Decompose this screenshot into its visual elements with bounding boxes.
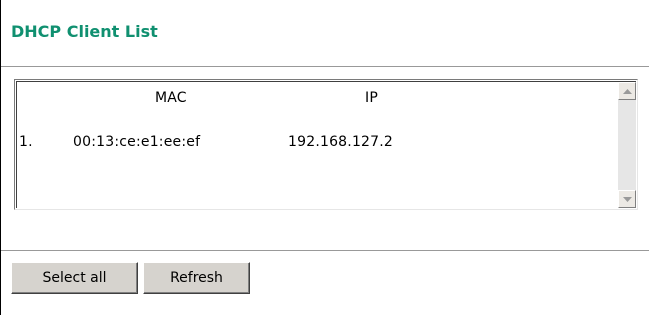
- window-left-border: [0, 0, 1, 315]
- page-title: DHCP Client List: [11, 22, 158, 41]
- row-index: 1.: [19, 134, 33, 150]
- column-header-mac: MAC: [155, 90, 187, 106]
- column-header-ip: IP: [365, 90, 378, 106]
- scroll-down-arrow-icon: [622, 196, 632, 202]
- top-divider: [1, 66, 649, 67]
- scroll-up-button[interactable]: [618, 82, 636, 100]
- select-all-button[interactable]: Select all: [11, 262, 138, 294]
- bottom-divider: [1, 250, 649, 251]
- listbox-content: MAC IP 1. 00:13:ce:e1:ee:ef 192.168.127.…: [16, 81, 636, 208]
- scroll-down-button[interactable]: [618, 190, 636, 208]
- row-mac: 00:13:ce:e1:ee:ef: [73, 134, 201, 150]
- row-ip: 192.168.127.2: [288, 134, 394, 150]
- refresh-button[interactable]: Refresh: [143, 262, 250, 294]
- scroll-up-arrow-icon: [622, 88, 632, 94]
- dhcp-client-listbox[interactable]: MAC IP 1. 00:13:ce:e1:ee:ef 192.168.127.…: [14, 79, 638, 210]
- vertical-scrollbar[interactable]: [618, 82, 636, 208]
